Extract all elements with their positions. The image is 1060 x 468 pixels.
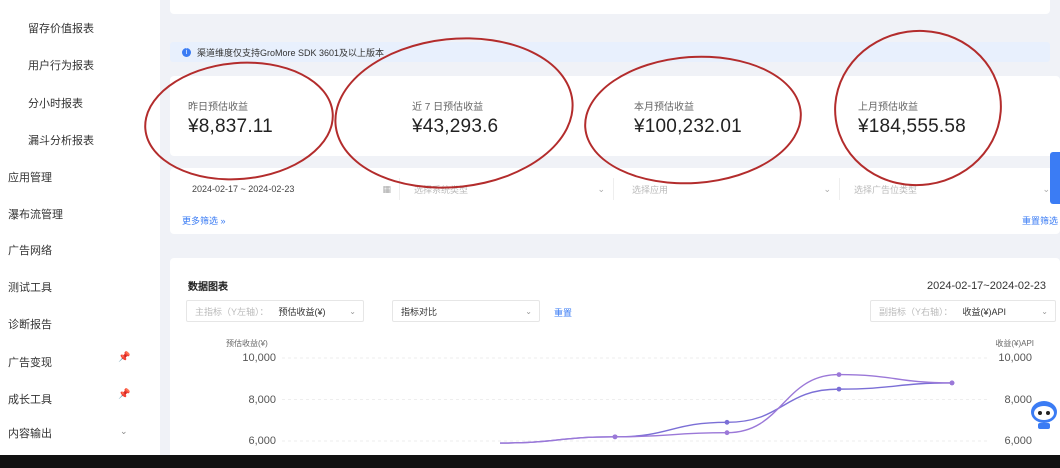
app-placeholder: 选择应用 [632,184,669,195]
date-range-value: 2024-02-17 ~ 2024-02-23 [192,184,295,194]
sidebar-item-user-behavior-report[interactable]: 用户行为报表 [28,57,94,73]
stats-card: 昨日预估收益 ¥8,837.11 近 7 日预估收益 ¥43,293.6 本月预… [170,76,1060,156]
ad-type-select[interactable]: 选择广告位类型 ⌄ [844,178,1060,200]
feedback-tab[interactable] [1050,152,1060,204]
assistant-robot-icon[interactable] [1028,396,1058,430]
sidebar-item-test-tools[interactable]: 测试工具 [8,279,52,295]
stat-label-7day: 近 7 日预估收益 [412,102,484,113]
pin-icon[interactable]: 📌 [118,352,130,363]
series-point[interactable] [836,386,842,392]
top-card [170,0,1050,14]
chevron-down-icon: ⌄ [823,183,831,194]
bottom-bar [0,455,1060,468]
app-select[interactable]: 选择应用 ⌄ [622,178,840,200]
series-point[interactable] [612,434,618,440]
series-point[interactable] [949,380,955,386]
more-filter-label: 更多筛选 [182,216,219,226]
sidebar-item-diagnosis[interactable]: 诊断报告 [8,316,52,332]
stat-value-last-month: ¥184,555.58 [858,116,966,137]
chevron-down-icon: ⌄ [1042,183,1050,194]
more-filter-link[interactable]: 更多筛选 » [182,214,226,227]
calendar-icon: ▦ [382,183,391,194]
sidebar-item-waterfall[interactable]: 瀑布流管理 [8,206,63,222]
sidebar-item-content-output[interactable]: 内容输出 [8,425,52,441]
pin-icon[interactable]: 📌 [118,389,130,400]
chevron-down-icon[interactable]: ⌄ [120,426,128,437]
sidebar-item-retention-report[interactable]: 留存价值报表 [28,20,94,36]
stat-value-yesterday: ¥8,837.11 [188,116,273,137]
series-point[interactable] [836,372,842,377]
sidebar-item-ad-network[interactable]: 广告网络 [8,242,52,258]
stat-value-7day: ¥43,293.6 [412,116,499,137]
sidebar-item-hourly-report[interactable]: 分小时报表 [28,95,83,111]
double-chevron-down-icon: » [220,216,226,226]
system-type-placeholder: 选择系统类型 [414,184,469,195]
series-point[interactable] [724,419,730,425]
series-point[interactable] [724,430,730,436]
chart-card: 数据图表 2024-02-17~2024-02-23 主指标（Y左轴）： 预估收… [170,258,1060,468]
line-chart-plot [282,357,990,444]
ad-type-placeholder: 选择广告位类型 [854,184,918,195]
sidebar-item-app-management[interactable]: 应用管理 [8,169,52,185]
notice-text: 渠道维度仅支持GroMore SDK 3601及以上版本 [197,47,385,58]
sidebar-item-funnel-report[interactable]: 漏斗分析报表 [28,132,94,148]
system-type-select[interactable]: 选择系统类型 ⌄ [404,178,614,200]
date-range-picker[interactable]: 2024-02-17 ~ 2024-02-23 ▦ [182,178,400,200]
stat-label-this-month: 本月预估收益 [634,102,694,113]
main-content: i 渠道维度仅支持GroMore SDK 3601及以上版本 昨日预估收益 ¥8… [139,0,1060,468]
chevron-down-icon: ⌄ [597,183,605,194]
sidebar-item-growth-tools[interactable]: 成长工具 [8,391,52,407]
reset-filter-link[interactable]: 重置筛选 [1022,214,1058,227]
sidebar-item-ad-monetization[interactable]: 广告变现 [8,354,52,370]
stat-label-yesterday: 昨日预估收益 [188,102,248,113]
info-icon: i [182,47,191,57]
stat-label-last-month: 上月预估收益 [858,102,918,113]
stat-value-this-month: ¥100,232.01 [634,116,742,137]
filter-card: 2024-02-17 ~ 2024-02-23 ▦ 选择系统类型 ⌄ 选择应用 … [170,168,1060,234]
sidebar: 留存价值报表 用户行为报表 分小时报表 漏斗分析报表 应用管理 瀑布流管理 广告… [0,0,160,468]
notice-banner: i 渠道维度仅支持GroMore SDK 3601及以上版本 [170,42,1050,62]
